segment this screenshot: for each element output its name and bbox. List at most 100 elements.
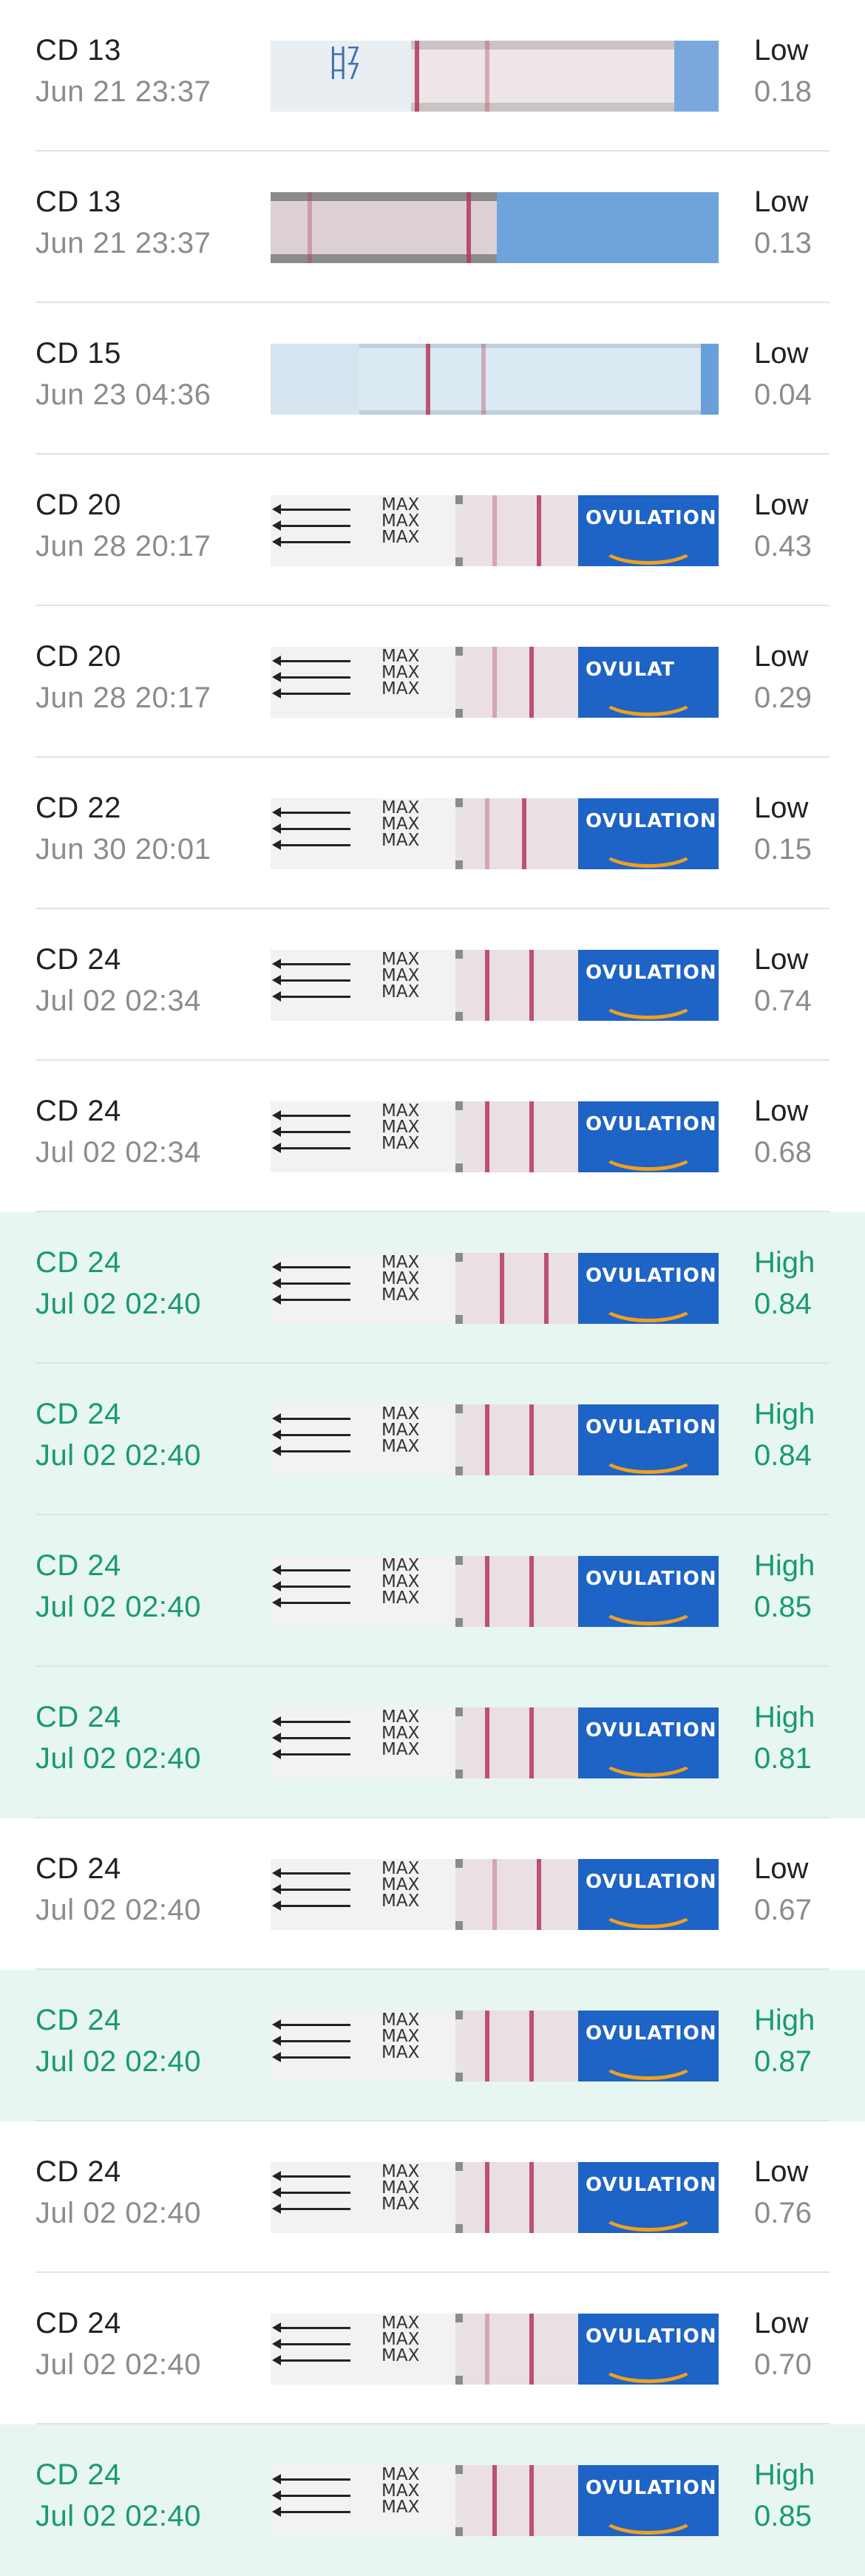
strip-arrow-icon [272,2019,350,2030]
cycle-day-label: CD 20 [35,640,121,673]
result-row[interactable]: CD 24 Jul 02 02:40 OVULATION MAX MAX MAX High 0… [0,1970,865,2121]
strip-max-text: MAX MAX MAX [381,495,420,547]
strip-arrow-icon [272,1884,350,1894]
strip-result-window [463,495,581,566]
result-row[interactable]: CD 22 Jun 30 20:01 OVULATION MAX MAX MAX Low 0.… [0,758,865,909]
result-row[interactable]: CD 24 Jul 02 02:40 OVULATION MAX MAX MAX High 0… [0,2424,865,2576]
strip-result-window [463,1404,581,1475]
strip-arrow-icon [272,688,350,699]
strip-arrow-icon [272,2203,350,2214]
strip-brand-text: OVULATION [586,1416,717,1438]
strip-arrow-icon [272,1868,350,1878]
strip-arrow-icon [272,823,350,834]
strip-arrow-icon [272,2474,350,2484]
lh-level-label: Low [754,2155,809,2188]
strip-test-line [467,192,471,263]
strip-result-window [463,950,581,1021]
strip-brand-text: OVULATION [586,1568,717,1590]
strip-brand-panel: OVULATION [578,1556,719,1627]
strip-test-line [485,1556,489,1627]
test-strip-image: H7 H7 [271,41,719,112]
test-strip-image: OVULATION MAX MAX MAX [271,1859,719,1930]
result-row[interactable]: CD 15 Jun 23 04:36 Low 0.04 [0,303,865,455]
result-row[interactable]: CD 20 Jun 28 20:17 OVULATION MAX MAX MAX Low 0.… [0,455,865,606]
strip-test-line [544,1253,549,1324]
test-strip-image [271,344,719,415]
strip-brand-text: OVULATION [586,2174,717,2196]
strip-test-line [529,2011,534,2081]
result-row[interactable]: CD 24 Jul 02 02:40 OVULATION MAX MAX MAX High 0… [0,1364,865,1515]
swoosh-logo-icon [600,982,696,1019]
strip-test-line [529,2314,534,2385]
strip-test-line [485,950,489,1021]
strip-arrow-icon [272,807,350,818]
strip-arrow-icon [272,1749,350,1759]
strip-brand-panel: OVULATION [578,2011,719,2081]
lh-score-value: 0.87 [754,2045,812,2078]
strip-brand-text: OVULATION [586,2325,717,2348]
test-strip-image: OVULAT MAX MAX MAX [271,647,719,718]
lh-score-value: 0.43 [754,530,812,563]
strip-max-text: MAX MAX MAX [381,798,420,850]
strip-arrow-icon [272,959,350,969]
lh-score-value: 0.84 [754,1288,812,1320]
result-row[interactable]: CD 24 Jul 02 02:40 OVULATION MAX MAX MAX Low 0.… [0,2121,865,2273]
result-row[interactable]: CD 20 Jun 28 20:17 OVULAT MAX MAX MAX Low 0.29 [0,606,865,758]
strip-arrow-icon [272,1900,350,1911]
strip-brand-text: OVULATION [586,2477,717,2499]
test-strip-image: OVULATION MAX MAX MAX [271,1253,719,1324]
strip-result-window [463,2465,581,2536]
cycle-day-label: CD 13 [35,186,121,218]
lh-level-label: High [754,2458,815,2491]
strip-brand-panel [674,41,719,112]
swoosh-logo-icon [600,1892,696,1928]
result-row[interactable]: CD 24 Jul 02 02:34 OVULATION MAX MAX MAX Low 0.… [0,1061,865,1212]
strip-arrow-icon [272,2052,350,2062]
strip-arrow-icon [272,2187,350,2198]
strip-handle [271,1556,455,1627]
strip-result-window [463,1707,581,1778]
result-row[interactable]: CD 24 Jul 02 02:34 OVULATION MAX MAX MAX Low 0.… [0,909,865,1061]
cycle-day-label: CD 24 [35,1549,121,1582]
test-strip-image: OVULATION MAX MAX MAX [271,2314,719,2385]
test-results-list: CD 13 Jun 21 23:37 H7 H7 Low 0.18 CD 13 Jun 21 … [0,0,865,2576]
strip-max-text: MAX MAX MAX [381,2465,420,2517]
result-row[interactable]: CD 24 Jul 02 02:40 OVULATION MAX MAX MAX Low 0.… [0,1818,865,1970]
strip-max-text: MAX MAX MAX [381,1101,420,1153]
result-row[interactable]: CD 24 Jul 02 02:40 OVULATION MAX MAX MAX High 0… [0,1667,865,1818]
test-timestamp: Jun 21 23:37 [35,227,211,259]
strip-brand-panel: OVULATION [578,2314,719,2385]
test-timestamp: Jul 02 02:34 [35,1136,201,1169]
strip-arrow-icon [272,1716,350,1727]
result-row[interactable]: CD 24 Jul 02 02:40 OVULATION MAX MAX MAX High 0… [0,1515,865,1667]
result-row[interactable]: CD 13 Jun 21 23:37 H7 H7 Low 0.18 [0,0,865,152]
strip-arrow-icon [272,504,350,514]
test-strip-image: OVULATION MAX MAX MAX [271,495,719,566]
swoosh-logo-icon [600,2498,696,2535]
lh-score-value: 0.67 [754,1894,812,1926]
cycle-day-label: CD 22 [35,792,121,824]
strip-arrow-icon [272,2507,350,2517]
result-row[interactable]: CD 13 Jun 21 23:37 Low 0.13 [0,152,865,303]
result-row[interactable]: CD 24 Jul 02 02:40 OVULATION MAX MAX MAX High 0… [0,1212,865,1364]
strip-max-text: MAX MAX MAX [381,2162,420,2214]
swoosh-logo-icon [600,1134,696,1171]
lh-level-label: High [754,1701,815,1733]
strip-brand-text: OVULATION [586,810,717,832]
test-timestamp: Jun 30 20:01 [35,833,211,866]
strip-test-line [500,1253,504,1324]
swoosh-logo-icon [600,1740,696,1777]
test-timestamp: Jun 28 20:17 [35,530,211,563]
strip-result-window [463,2314,581,2385]
cycle-day-label: CD 24 [35,2307,121,2339]
result-row[interactable]: CD 24 Jul 02 02:40 OVULATION MAX MAX MAX Low 0.… [0,2273,865,2424]
strip-result-window [463,1556,581,1627]
strip-max-text: MAX MAX MAX [381,1859,420,1911]
lh-score-value: 0.29 [754,682,812,714]
strip-arrow-icon [272,1143,350,1153]
strip-test-line [426,344,430,415]
strip-handle [271,950,455,1021]
test-strip-image: OVULATION MAX MAX MAX [271,2162,719,2233]
test-timestamp: Jul 02 02:40 [35,2045,201,2078]
strip-handle [271,2011,455,2081]
